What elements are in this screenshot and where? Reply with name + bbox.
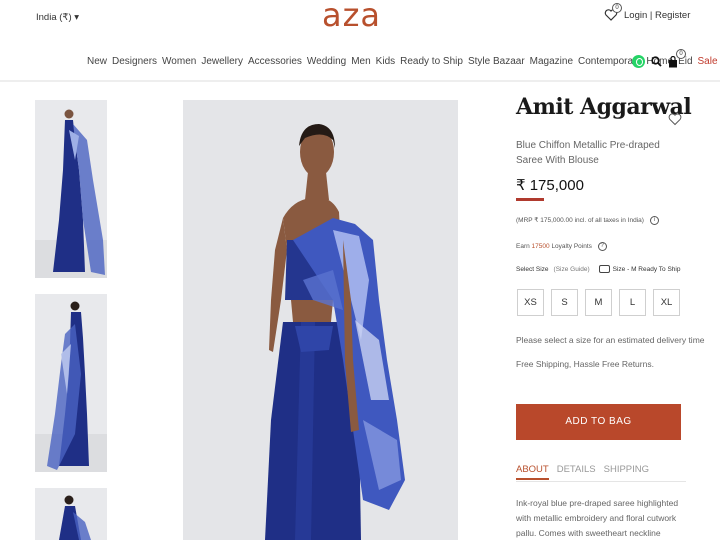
country-selector[interactable]: India (₹) ▾ [36, 12, 79, 23]
product-tabs: ABOUT DETAILS SHIPPING [516, 464, 657, 480]
size-row: Select Size (Size Guide) Size - M Ready … [516, 265, 680, 273]
main-nav: New Designers Women Jewellery Accessorie… [87, 56, 720, 67]
truck-icon [598, 265, 610, 273]
add-to-bag-button[interactable]: ADD TO BAG [516, 404, 681, 440]
nav-item-new[interactable]: New [87, 56, 107, 67]
thumbnail-image-front [35, 100, 107, 278]
search-icon[interactable] [651, 56, 662, 67]
product-thumbnail-1[interactable] [35, 100, 107, 278]
auth-separator: | [649, 10, 653, 21]
nav-item-sale[interactable]: Sale [698, 56, 718, 67]
loyalty-suffix: Loyalty Points [551, 243, 592, 251]
size-option-xs[interactable]: XS [517, 289, 544, 316]
nav-item-ready-to-ship[interactable]: Ready to Ship [400, 56, 463, 67]
nav-item-wedding[interactable]: Wedding [307, 56, 346, 67]
aza-logo[interactable]: aza [322, 0, 381, 34]
size-option-l[interactable]: L [619, 289, 646, 316]
header-divider [0, 80, 720, 82]
size-option-s[interactable]: S [551, 289, 578, 316]
model-saree-illustration [183, 100, 458, 540]
size-options: XS S M L XL [517, 289, 687, 316]
main-product-image[interactable] [183, 100, 458, 540]
thumbnail-image-back [35, 294, 107, 472]
tabs-divider [516, 481, 686, 482]
tab-details[interactable]: DETAILS [557, 464, 596, 480]
size-guide-link[interactable]: (Size Guide) [554, 266, 590, 273]
ready-to-ship-label: Size - M Ready To Ship [612, 265, 681, 273]
nav-item-jewellery[interactable]: Jewellery [201, 56, 243, 67]
nav-item-women[interactable]: Women [162, 56, 196, 67]
nav-item-designers[interactable]: Designers [112, 56, 157, 67]
size-option-m[interactable]: M [585, 289, 612, 316]
product-thumbnail-3[interactable] [35, 488, 107, 540]
tab-shipping[interactable]: SHIPPING [604, 464, 649, 480]
product-price: ₹ 175,000 [516, 177, 584, 194]
login-link[interactable]: Login [624, 10, 647, 21]
about-description: Ink-royal blue pre-draped saree highligh… [516, 498, 679, 538]
thumbnail-image-side [35, 488, 107, 540]
nav-item-kids[interactable]: Kids [376, 56, 395, 67]
delivery-note: Please select a size for an estimated de… [516, 335, 705, 345]
nav-item-style-bazaar[interactable]: Style Bazaar [468, 56, 525, 67]
size-option-xl[interactable]: XL [653, 289, 680, 316]
product-name: Blue Chiffon Metallic Pre-draped Saree W… [516, 140, 660, 166]
loyalty-points: Earn 17500 Loyalty Points ? [516, 242, 607, 251]
wishlist-heart-icon[interactable] [668, 112, 682, 126]
brand-name[interactable]: Amit Aggarwal [516, 94, 692, 120]
mrp-text: (MRP ₹ 175,000.00 incl. of all taxes in … [516, 217, 644, 225]
cart-count-badge: 0 [676, 49, 686, 59]
product-thumbnail-2[interactable] [35, 294, 107, 472]
auth-links: Login | Register [624, 10, 690, 21]
whatsapp-icon[interactable] [632, 55, 645, 68]
tab-about[interactable]: ABOUT [516, 464, 549, 480]
price-underline [516, 198, 544, 201]
loyalty-prefix: Earn [516, 243, 530, 251]
nav-item-magazine[interactable]: Magazine [530, 56, 573, 67]
info-icon[interactable]: i [649, 216, 659, 225]
loyalty-info-icon[interactable]: ? [597, 242, 607, 251]
register-link[interactable]: Register [655, 10, 690, 21]
top-bar: India (₹) ▾ aza 0 Login | Register [0, 0, 720, 36]
wishlist-count-badge: 0 [612, 3, 622, 13]
nav-item-accessories[interactable]: Accessories [248, 56, 302, 67]
nav-item-men[interactable]: Men [351, 56, 370, 67]
loyalty-points-value: 17500 [531, 243, 550, 251]
select-size-label: Select Size [516, 265, 549, 273]
free-shipping-note: Free Shipping, Hassle Free Returns. [516, 359, 654, 369]
mrp-note: (MRP ₹ 175,000.00 incl. of all taxes in … [516, 216, 659, 225]
